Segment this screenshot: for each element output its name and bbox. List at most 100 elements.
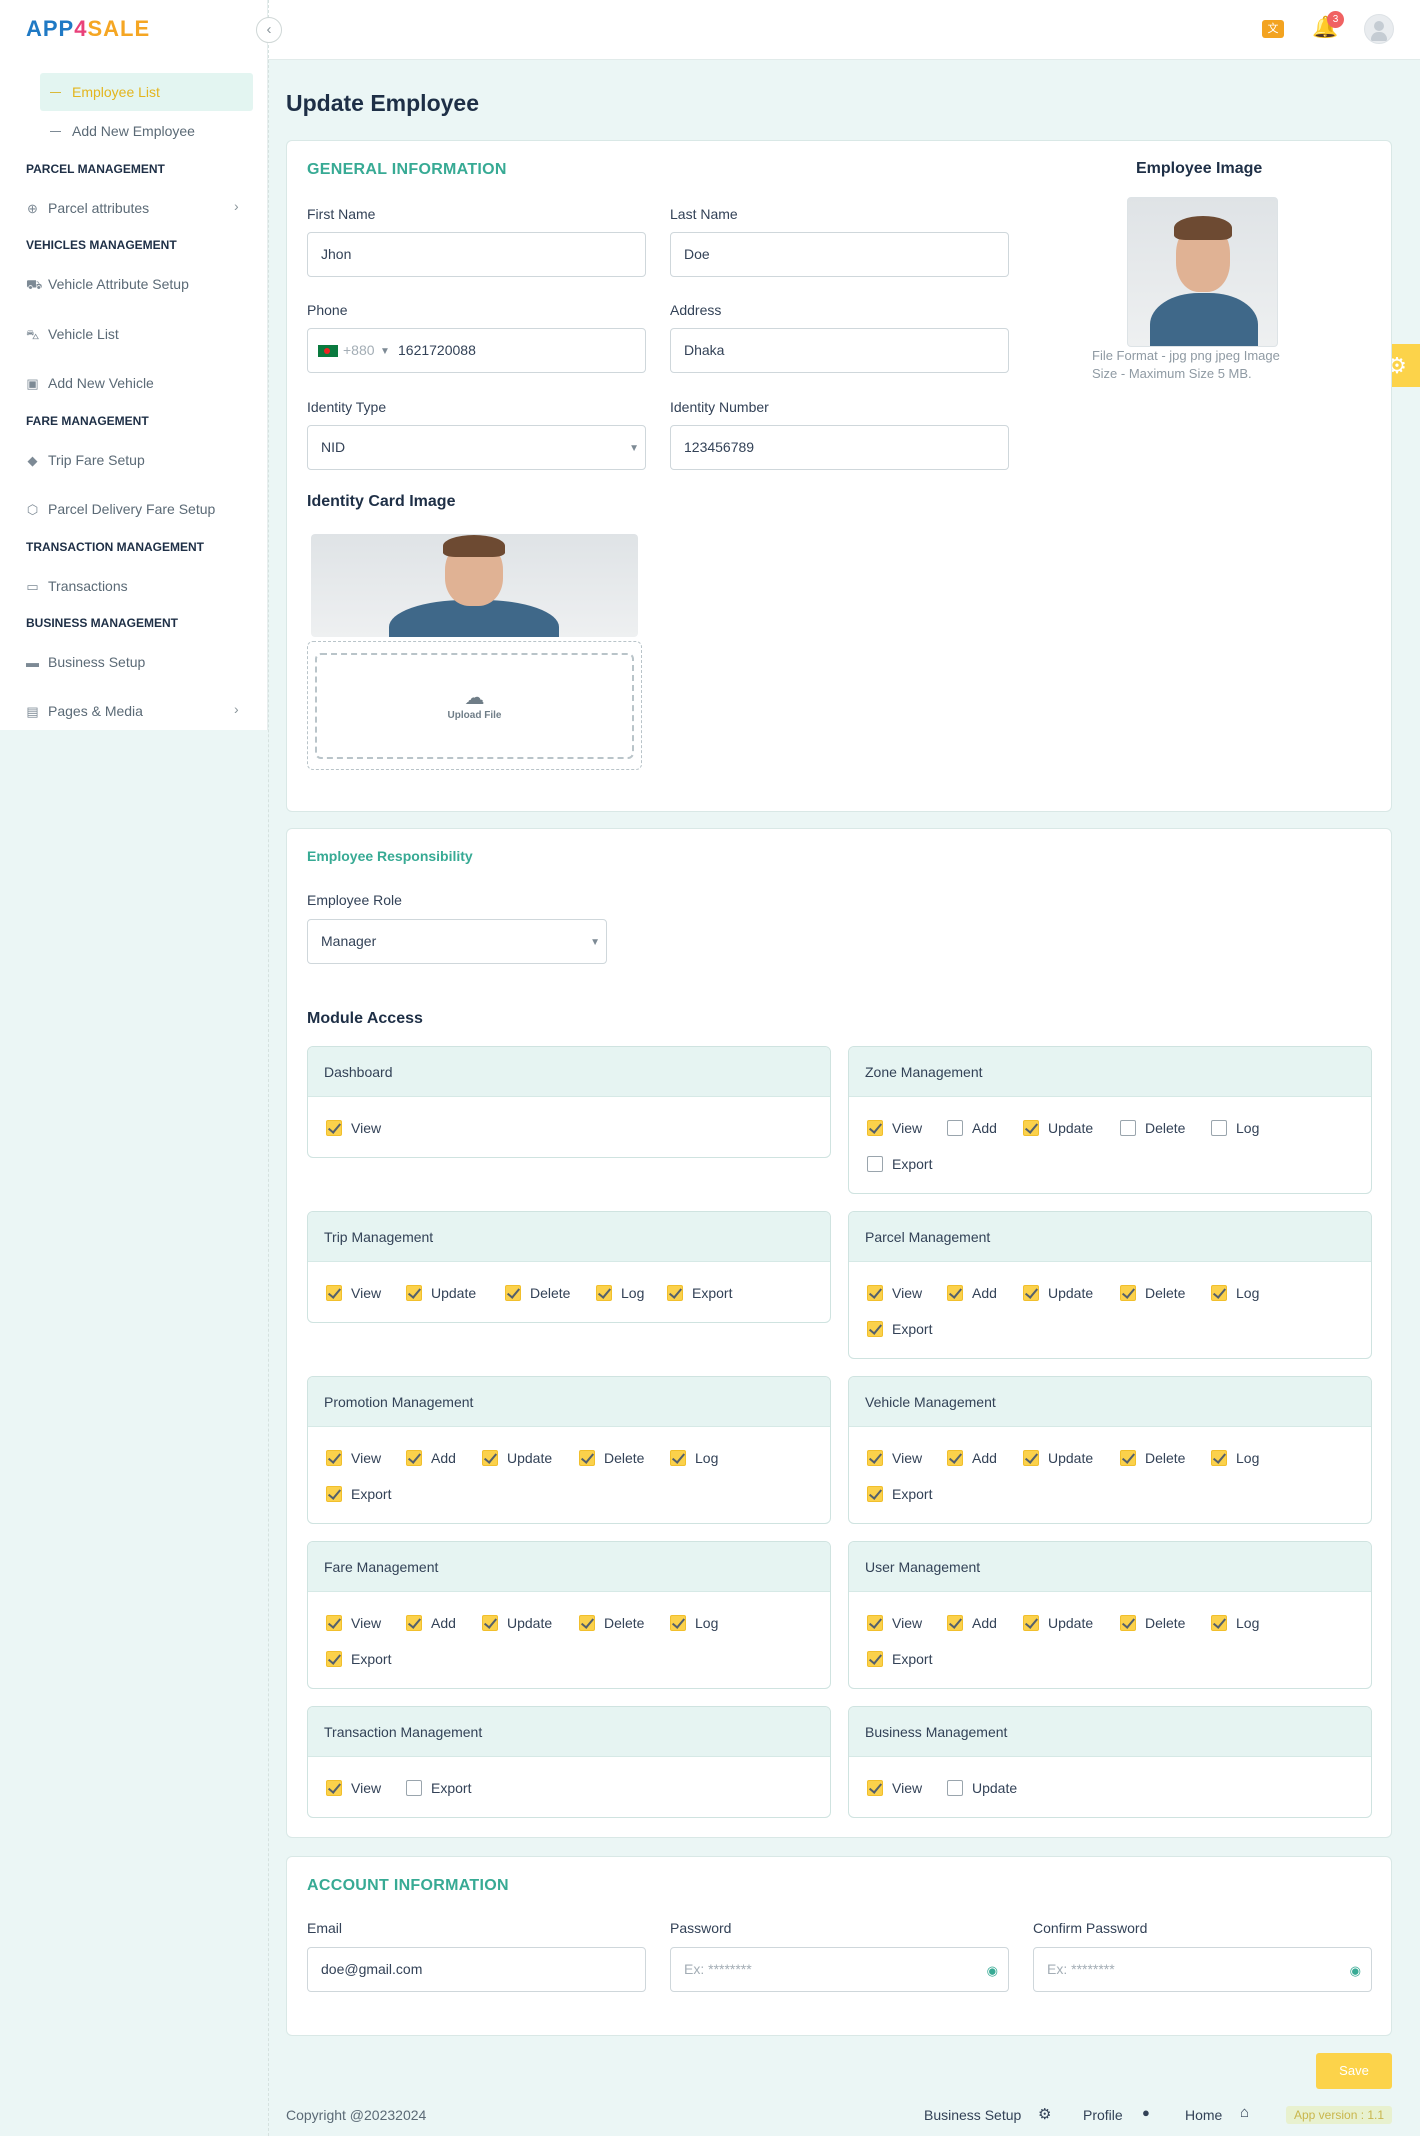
sidebar-item-business-setup[interactable]: Business Setup	[48, 654, 145, 670]
permission-delete[interactable]: Delete	[579, 1614, 644, 1632]
permission-delete[interactable]: Delete	[579, 1449, 644, 1467]
checkbox[interactable]	[867, 1780, 883, 1797]
checkbox[interactable]	[867, 1156, 883, 1173]
identity-upload-dropzone[interactable]: ☁ Upload File	[315, 653, 634, 759]
checkbox[interactable]	[326, 1615, 342, 1632]
permission-log[interactable]: Log	[596, 1284, 644, 1302]
permission-add[interactable]: Add	[406, 1449, 456, 1467]
permission-export[interactable]: Export	[867, 1485, 932, 1503]
sidebar-item-add-new-employee[interactable]: Add New Employee	[72, 123, 195, 139]
checkbox[interactable]	[326, 1285, 342, 1302]
permission-view[interactable]: View	[867, 1119, 922, 1137]
permission-delete[interactable]: Delete	[1120, 1119, 1185, 1137]
checkbox[interactable]	[867, 1120, 883, 1137]
eye-icon[interactable]: ◉	[987, 1949, 998, 1992]
checkbox[interactable]	[505, 1285, 521, 1302]
eye-icon[interactable]: ◉	[1350, 1949, 1361, 1992]
checkbox[interactable]	[867, 1651, 883, 1668]
permission-view[interactable]: View	[867, 1779, 922, 1797]
checkbox[interactable]	[947, 1615, 963, 1632]
sidebar-item-transactions[interactable]: Transactions	[48, 578, 128, 594]
permission-add[interactable]: Add	[947, 1449, 997, 1467]
checkbox[interactable]	[1211, 1285, 1227, 1302]
checkbox[interactable]	[482, 1450, 498, 1467]
checkbox[interactable]	[326, 1651, 342, 1668]
translate-icon[interactable]: 文	[1262, 20, 1284, 38]
permission-update[interactable]: Update	[1023, 1119, 1093, 1137]
permission-export[interactable]: Export	[867, 1320, 932, 1338]
checkbox[interactable]	[1120, 1285, 1136, 1302]
footer-link-business-setup[interactable]: Business Setup	[924, 2107, 1021, 2123]
sidebar-item-add-new-vehicle[interactable]: Add New Vehicle	[48, 375, 154, 391]
first-name-input[interactable]: Jhon	[307, 232, 646, 277]
sidebar-item-vehicle-attribute-setup[interactable]: Vehicle Attribute Setup	[48, 276, 189, 292]
permission-log[interactable]: Log	[1211, 1614, 1259, 1632]
permission-update[interactable]: Update	[1023, 1614, 1093, 1632]
last-name-input[interactable]: Doe	[670, 232, 1009, 277]
permission-view[interactable]: View	[326, 1119, 381, 1137]
checkbox[interactable]	[1023, 1120, 1039, 1137]
checkbox[interactable]	[867, 1285, 883, 1302]
checkbox[interactable]	[867, 1615, 883, 1632]
permission-log[interactable]: Log	[1211, 1284, 1259, 1302]
app-logo[interactable]: APP4SALE	[26, 16, 150, 42]
identity-type-select[interactable]: NID ▼	[307, 425, 646, 470]
home-icon[interactable]: ⌂	[1240, 2104, 1249, 2121]
permission-update[interactable]: Update	[1023, 1449, 1093, 1467]
permission-export[interactable]: Export	[867, 1155, 932, 1173]
checkbox[interactable]	[1023, 1285, 1039, 1302]
checkbox[interactable]	[482, 1615, 498, 1632]
checkbox[interactable]	[1120, 1120, 1136, 1137]
permission-update[interactable]: Update	[482, 1449, 552, 1467]
permission-update[interactable]: Update	[1023, 1284, 1093, 1302]
checkbox[interactable]	[1023, 1615, 1039, 1632]
phone-country-code[interactable]: +880	[343, 329, 375, 372]
permission-add[interactable]: Add	[947, 1119, 997, 1137]
checkbox[interactable]	[1023, 1450, 1039, 1467]
permission-export[interactable]: Export	[326, 1650, 391, 1668]
sidebar-item-vehicle-list[interactable]: Vehicle List	[48, 326, 119, 342]
sidebar-collapse-button[interactable]: ‹	[256, 17, 282, 43]
checkbox[interactable]	[667, 1285, 683, 1302]
permission-export[interactable]: Export	[326, 1485, 391, 1503]
footer-link-profile[interactable]: Profile	[1083, 2107, 1123, 2123]
permission-view[interactable]: View	[867, 1449, 922, 1467]
checkbox[interactable]	[1211, 1450, 1227, 1467]
permission-view[interactable]: View	[867, 1614, 922, 1632]
employee-role-select[interactable]: Manager ▼	[307, 919, 607, 964]
confirm-password-input[interactable]: Ex: ******** ◉	[1033, 1947, 1372, 1992]
checkbox[interactable]	[867, 1450, 883, 1467]
sidebar-item-employee-list[interactable]: Employee List	[72, 84, 160, 100]
permission-log[interactable]: Log	[670, 1449, 718, 1467]
permission-log[interactable]: Log	[670, 1614, 718, 1632]
employee-image[interactable]	[1127, 197, 1278, 347]
phone-input[interactable]: +880 ▼ 1621720088	[307, 328, 646, 373]
password-input[interactable]: Ex: ******** ◉	[670, 1947, 1009, 1992]
permission-view[interactable]: View	[326, 1449, 381, 1467]
permission-export[interactable]: Export	[667, 1284, 732, 1302]
permission-delete[interactable]: Delete	[505, 1284, 570, 1302]
checkbox[interactable]	[579, 1450, 595, 1467]
permission-log[interactable]: Log	[1211, 1119, 1259, 1137]
permission-delete[interactable]: Delete	[1120, 1614, 1185, 1632]
permission-view[interactable]: View	[326, 1779, 381, 1797]
checkbox[interactable]	[1211, 1120, 1227, 1137]
person-icon[interactable]: ●	[1142, 2105, 1150, 2120]
permission-export[interactable]: Export	[867, 1650, 932, 1668]
sidebar-item-parcel-delivery-fare-setup[interactable]: Parcel Delivery Fare Setup	[48, 501, 215, 517]
checkbox[interactable]	[947, 1285, 963, 1302]
checkbox[interactable]	[406, 1615, 422, 1632]
checkbox[interactable]	[406, 1780, 422, 1797]
permission-view[interactable]: View	[326, 1284, 381, 1302]
permission-add[interactable]: Add	[947, 1284, 997, 1302]
permission-delete[interactable]: Delete	[1120, 1284, 1185, 1302]
checkbox[interactable]	[326, 1450, 342, 1467]
permission-add[interactable]: Add	[406, 1614, 456, 1632]
checkbox[interactable]	[579, 1615, 595, 1632]
checkbox[interactable]	[947, 1780, 963, 1797]
checkbox[interactable]	[406, 1285, 422, 1302]
sidebar-item-parcel-attributes[interactable]: Parcel attributes	[48, 200, 149, 216]
user-avatar-icon[interactable]	[1364, 14, 1394, 44]
permission-add[interactable]: Add	[947, 1614, 997, 1632]
checkbox[interactable]	[326, 1780, 342, 1797]
